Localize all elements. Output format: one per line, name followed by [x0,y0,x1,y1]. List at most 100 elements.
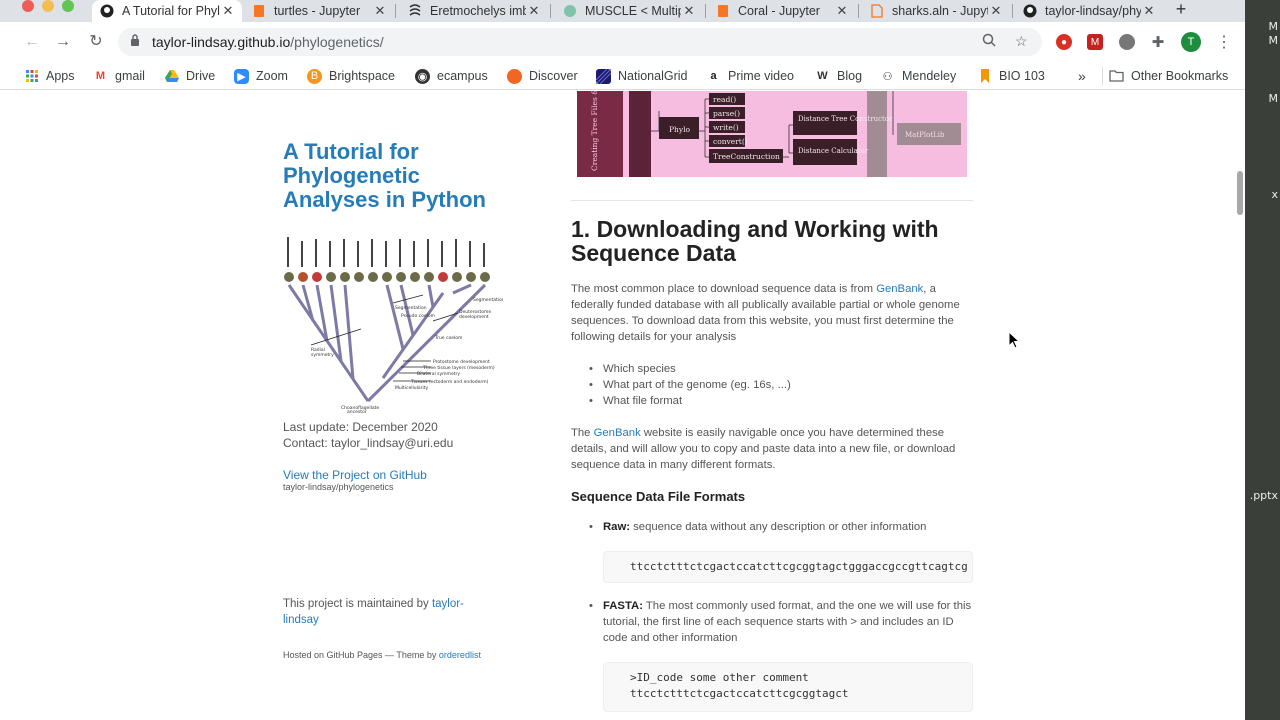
bookmark-zoom[interactable]: ▶ Zoom [234,67,288,85]
svg-text:Three tissue layers (mesoderm): Three tissue layers (mesoderm) [422,365,495,371]
address-bar[interactable]: taylor-lindsay.github.io/phylogenetics/ … [118,28,1042,56]
bookmark-label: BIO 103 [999,69,1045,83]
code-line: ttcctctttctcgactccatcttcgcggtagct [630,687,849,700]
bookmark-mendeley[interactable]: ⚇ Mendeley [880,67,957,85]
page-title[interactable]: A Tutorial for Phylogenetic Analyses in … [283,140,513,212]
reload-button[interactable]: ↻ [86,32,106,52]
desktop-label: M [1268,92,1279,105]
svg-text:True coelom: True coelom [434,335,462,341]
close-icon[interactable]: ✕ [834,3,850,19]
extension-circle-icon[interactable] [1119,34,1135,50]
other-bookmarks[interactable]: Other Bookmarks [1102,67,1228,85]
back-button[interactable]: ← [22,32,42,52]
bookmark-brightspace[interactable]: B Brightspace [307,67,395,85]
close-icon[interactable]: ✕ [220,3,236,19]
bookmark-prime-video[interactable]: a Prime video [706,67,794,85]
bookmark-nationalgrid[interactable]: NationalGrid [596,67,687,85]
tab-github-repo[interactable]: taylor-lindsay/phylogenetics ✕ [1015,0,1163,22]
tab-separator [395,4,396,18]
bookmark-label: Mendeley [902,69,957,83]
puzzle-icon[interactable]: ✚ [1150,34,1166,51]
toolbar: ← → ↻ taylor-lindsay.github.io/phylogene… [0,22,1245,62]
close-icon[interactable]: ✕ [681,3,697,19]
svg-text:ancestor: ancestor [347,409,367,413]
avatar[interactable]: T [1181,32,1201,52]
bookmarks-overflow-button[interactable]: » [1078,67,1086,85]
desktop-label: .pptx [1249,489,1278,502]
intro-text-before: The most common place to download sequen… [571,283,877,295]
bookmark-gmail[interactable]: M gmail [93,67,145,85]
tab-sharks-aln[interactable]: sharks.aln - Jupyter ✕ [862,0,1010,22]
tab-turtles-jupyter[interactable]: turtles - Jupyter ✕ [244,0,394,22]
ncbi-icon [408,4,422,18]
minimize-window-button[interactable] [42,0,54,12]
divider [571,200,973,201]
tab-title: A Tutorial for Phylogenetic Analyses in … [122,4,220,18]
bookmark-label: Other Bookmarks [1131,69,1229,83]
genbank-link[interactable]: GenBank [594,427,641,439]
bookmark-blog[interactable]: W Blog [815,67,862,85]
bookmark-apps[interactable]: Apps [24,67,75,85]
raw-description: sequence data without any description or… [630,521,927,533]
genbank-link[interactable]: GenBank [876,283,923,295]
tab-title: Coral - Jupyter [738,4,820,18]
bookmark-drive[interactable]: Drive [164,67,215,85]
ublock-icon[interactable]: ● [1056,34,1072,50]
bookmark-label: ecampus [437,69,488,83]
diagram-method: TreeConstruction [713,152,780,161]
bookmark-label: gmail [115,69,145,83]
tab-separator [858,4,859,18]
tab-title: sharks.aln - Jupyter [892,4,988,18]
desktop-label: M [1268,34,1279,47]
menu-icon[interactable]: ⋮ [1216,32,1232,52]
page-scrollbar[interactable] [1237,171,1243,215]
notebook-icon [252,4,266,18]
bookmark-ecampus[interactable]: ◉ ecampus [415,67,488,85]
new-tab-button[interactable]: + [1172,0,1190,18]
zoom-icon[interactable] [982,33,996,50]
github-icon [1023,4,1037,18]
ebi-icon [563,4,577,18]
bookmark-icon [977,69,992,84]
tab-coral-jupyter[interactable]: Coral - Jupyter ✕ [708,0,856,22]
tab-strip: A Tutorial for Phylogenetic Analyses in … [0,0,1245,22]
url-host: taylor-lindsay.github.io [152,34,291,50]
tab-eretmochelys[interactable]: Eretmochelys imbricata ✕ [400,0,548,22]
nationalgrid-icon [596,68,611,84]
list-item-fasta: FASTA: The most commonly used format, an… [589,598,973,646]
close-window-button[interactable] [22,0,34,12]
tab-muscle[interactable]: MUSCLE < Multiple Sequence Alignment ✕ [555,0,703,22]
svg-text:Tissues (ectoderm and endoderm: Tissues (ectoderm and endoderm) [410,379,489,385]
desktop-background: M M M x .pptx [1245,0,1280,720]
theme-author-link[interactable]: orderedlist [439,650,481,660]
raw-label: Raw: [603,521,630,533]
code-block-fasta[interactable]: >ID_code some other comment ttcctctttctcg… [603,662,973,712]
close-icon[interactable]: ✕ [372,3,388,19]
svg-text:Segmentation: Segmentation [395,305,427,311]
svg-text:Segmentation: Segmentation [473,297,503,303]
close-icon[interactable]: ✕ [526,3,542,19]
diagram-method: read() [713,95,736,104]
diagram-box: Distance Tree Constructor [798,115,893,123]
close-icon[interactable]: ✕ [1141,3,1157,19]
list-item-raw: Raw: sequence data without any descripti… [589,519,973,535]
bookmark-bio103[interactable]: BIO 103 [977,67,1045,85]
hosted-prefix: Hosted on GitHub Pages — Theme by [283,650,439,660]
tab-title: MUSCLE < Multiple Sequence Alignment [585,4,681,18]
forward-button[interactable]: → [53,32,73,52]
biopython-diagram: Creating Tree Files & Figures Phylo read… [577,91,967,177]
bookmark-label: Apps [46,69,75,83]
bookmark-label: Zoom [256,69,288,83]
mendeley-extension-icon[interactable]: M [1087,34,1103,50]
bookmark-label: Blog [837,69,863,83]
github-repo-name: taylor-lindsay/phylogenetics [283,482,394,492]
code-block-raw[interactable]: ttcctctttctcgactccatcttcgcggtagctgggaccg… [603,551,973,583]
lock-icon [130,34,140,49]
close-icon[interactable]: ✕ [988,3,1004,19]
star-icon[interactable]: ☆ [1015,33,1028,50]
tab-phylogenetics-tutorial[interactable]: A Tutorial for Phylogenetic Analyses in … [92,0,242,22]
maximize-window-button[interactable] [62,0,74,12]
bookmark-discover[interactable]: Discover [507,67,578,85]
diagram-method: write() [713,123,739,132]
svg-text:Multicellularity: Multicellularity [395,385,428,391]
